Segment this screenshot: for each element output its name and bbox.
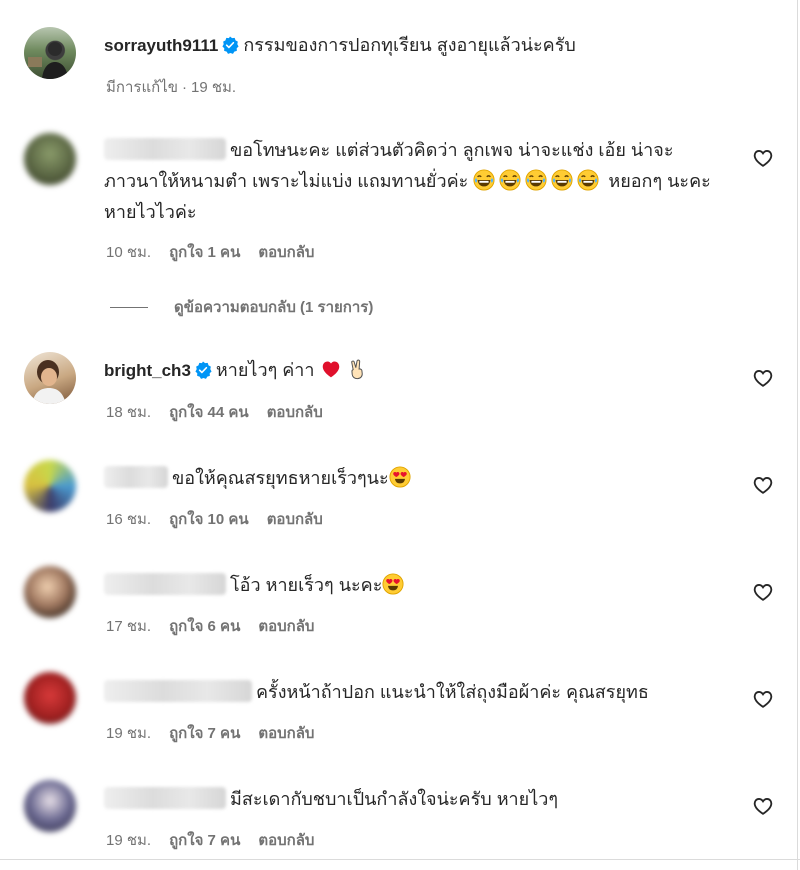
tears-of-joy-emoji (499, 169, 521, 191)
reply-button[interactable]: ตอบกลับ (267, 511, 323, 528)
tears-of-joy-emoji (525, 169, 547, 191)
likes-count[interactable]: ถูกใจ 44 คน (169, 404, 249, 421)
comment-text-block: bright_ch3 หายไวๆ ค่าา (104, 355, 730, 386)
like-heart-icon[interactable] (752, 367, 774, 389)
avatar-sorrayuth[interactable] (24, 27, 76, 79)
username[interactable]: bright_ch3 (104, 361, 191, 380)
comment-text: มีสะเดากับชบาเป็นกำลังใจน่ะครับ หายไวๆ (230, 789, 559, 809)
comment-time: 18 ชม. (106, 404, 152, 421)
username-blurred[interactable] (104, 138, 226, 160)
comment-meta: 17 ชม. ถูกใจ 6 คน ตอบกลับ (106, 614, 332, 638)
avatar-blurred[interactable] (24, 566, 76, 618)
likes-count[interactable]: ถูกใจ 10 คน (169, 511, 249, 528)
caption-time: 19 ชม. (191, 79, 237, 96)
reply-button[interactable]: ตอบกลับ (258, 832, 314, 849)
comment-text: ครั้งหน้าถ้าปอก แนะนำให้ใส่ถุงมือผ้าค่ะ … (256, 682, 649, 702)
tears-of-joy-emoji (473, 169, 495, 191)
username-blurred[interactable] (104, 787, 226, 809)
like-heart-icon[interactable] (752, 795, 774, 817)
comment-text: โอ้ว หายเร็วๆ นะคะ (230, 575, 383, 595)
comment-meta: 19 ชม. ถูกใจ 7 คน ตอบกลับ (106, 828, 332, 852)
username-blurred[interactable] (104, 680, 252, 702)
heart-eyes-emoji (389, 466, 411, 488)
like-heart-icon[interactable] (752, 688, 774, 710)
view-replies-button[interactable]: ดูข้อความตอบกลับ (1 รายการ) (110, 295, 373, 319)
meta-separator: · (182, 79, 187, 96)
avatar-blurred[interactable] (24, 780, 76, 832)
reply-button[interactable]: ตอบกลับ (258, 725, 314, 742)
comment-meta: 16 ชม. ถูกใจ 10 คน ตอบกลับ (106, 507, 341, 531)
username[interactable]: sorrayuth9111 (104, 36, 218, 55)
avatar-blurred[interactable] (24, 460, 76, 512)
caption-meta: มีการแก้ไข · 19 ชม. (106, 75, 254, 99)
reply-button[interactable]: ตอบกลับ (267, 404, 323, 421)
tears-of-joy-emoji (551, 169, 573, 191)
bottom-divider (0, 859, 800, 860)
avatar-blurred[interactable] (24, 672, 76, 724)
comment-time: 19 ชม. (106, 725, 152, 742)
right-border (797, 0, 798, 870)
comment-meta: 18 ชม. ถูกใจ 44 คน ตอบกลับ (106, 400, 341, 424)
username-blurred[interactable] (104, 573, 226, 595)
likes-count[interactable]: ถูกใจ 6 คน (169, 618, 240, 635)
comment-text: ขอให้คุณสรยุทธหายเร็วๆนะ (172, 468, 389, 488)
comment-text-block: ครั้งหน้าถ้าปอก แนะนำให้ใส่ถุงมือผ้าค่ะ … (104, 677, 730, 708)
view-replies-label: ดูข้อความตอบกลับ (1 รายการ) (174, 299, 374, 316)
verified-badge-icon (221, 36, 239, 54)
comment-meta: 10 ชม. ถูกใจ 1 คน ตอบกลับ (106, 240, 332, 264)
comment-time: 10 ชม. (106, 244, 152, 261)
replies-divider (110, 306, 148, 308)
likes-count[interactable]: ถูกใจ 7 คน (169, 832, 240, 849)
like-heart-icon[interactable] (752, 581, 774, 603)
tears-of-joy-emoji (577, 169, 599, 191)
comment-text-block: มีสะเดากับชบาเป็นกำลังใจน่ะครับ หายไวๆ (104, 784, 730, 815)
comment-time: 16 ชม. (106, 511, 152, 528)
likes-count[interactable]: ถูกใจ 1 คน (169, 244, 240, 261)
comment-time: 17 ชม. (106, 618, 152, 635)
avatar-bright[interactable] (24, 352, 76, 404)
red-heart-emoji (320, 358, 342, 380)
like-heart-icon[interactable] (752, 147, 774, 169)
likes-count[interactable]: ถูกใจ 7 คน (169, 725, 240, 742)
comment-text-block: ขอโทษนะคะ แต่ส่วนตัวคิดว่า ลูกเพจ น่าจะแ… (104, 135, 730, 228)
avatar-blurred[interactable] (24, 133, 76, 185)
heart-eyes-emoji (382, 573, 404, 595)
reply-button[interactable]: ตอบกลับ (258, 244, 314, 261)
caption-text-block: sorrayuth9111 กรรมของการปอกทุเรียน สูงอาย… (104, 30, 730, 61)
username-blurred[interactable] (104, 466, 168, 488)
verified-badge-icon (194, 361, 212, 379)
like-heart-icon[interactable] (752, 474, 774, 496)
comment-text-block: ขอให้คุณสรยุทธหายเร็วๆนะ (104, 463, 730, 494)
comment-text-block: โอ้ว หายเร็วๆ นะคะ (104, 570, 730, 601)
edited-label: มีการแก้ไข (106, 79, 178, 96)
caption-text: กรรมของการปอกทุเรียน สูงอายุแล้วน่ะครับ (243, 35, 576, 55)
victory-hand-emoji (346, 358, 368, 380)
comment-text: หายไวๆ ค่าา (215, 360, 315, 380)
comment-meta: 19 ชม. ถูกใจ 7 คน ตอบกลับ (106, 721, 332, 745)
comment-time: 19 ชม. (106, 832, 152, 849)
reply-button[interactable]: ตอบกลับ (258, 618, 314, 635)
